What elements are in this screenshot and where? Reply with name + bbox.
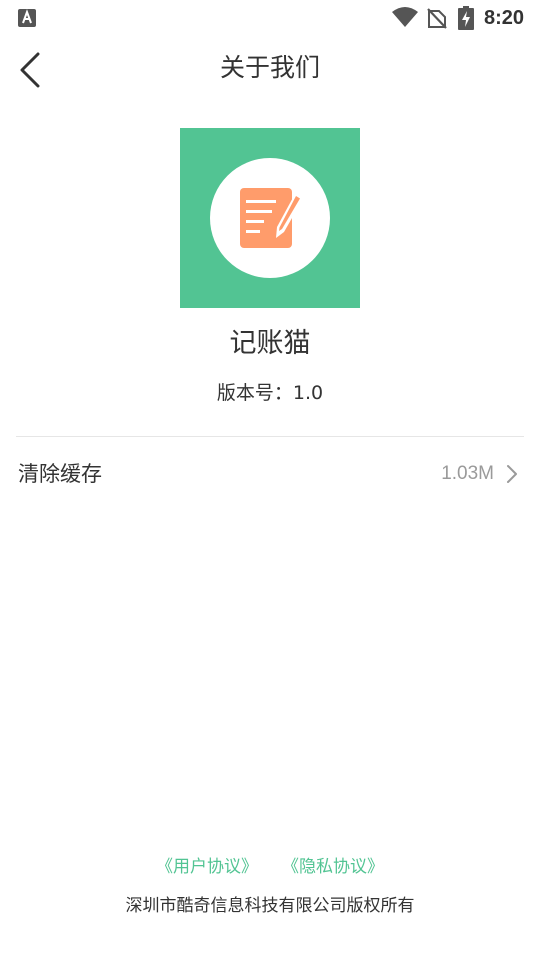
app-notification-icon	[18, 9, 36, 27]
copyright: 深圳市酷奇信息科技有限公司版权所有	[125, 896, 415, 916]
divider	[16, 436, 524, 437]
user-agreement-link[interactable]: 《用户协议》	[156, 852, 258, 882]
agreements: 《用户协议》 《隐私协议》	[0, 852, 540, 882]
chevron-right-icon	[507, 465, 517, 483]
back-button[interactable]	[10, 44, 54, 92]
note-pencil-icon	[240, 188, 304, 248]
page-title: 关于我们	[219, 53, 320, 82]
app-name: 记账猫	[229, 328, 311, 359]
privacy-policy-link[interactable]: 《隐私协议》	[282, 852, 384, 882]
battery-charging-icon	[458, 6, 474, 30]
header: 关于我们	[0, 36, 540, 100]
wifi-icon	[392, 7, 418, 27]
version-label: 版本号：	[216, 382, 293, 404]
version-value: 1.0	[292, 382, 324, 404]
cache-size: 1.03M	[441, 463, 494, 484]
clear-cache-row[interactable]: 清除缓存 1.03M	[0, 448, 540, 500]
chevron-left-icon	[20, 52, 40, 88]
no-signal-icon	[427, 8, 447, 29]
status-bar: 8:20	[0, 0, 540, 36]
logo-circle	[210, 158, 330, 278]
status-time: 8:20	[484, 7, 525, 29]
app-logo	[180, 128, 360, 308]
clear-cache-label: 清除缓存	[18, 462, 102, 486]
app-version: 版本号：1.0	[0, 376, 540, 410]
